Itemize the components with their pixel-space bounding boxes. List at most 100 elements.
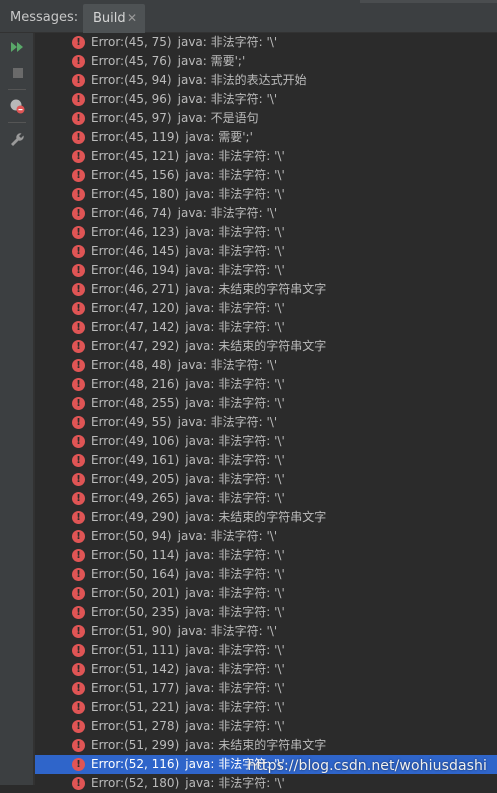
wrench-icon — [11, 133, 24, 146]
error-icon: ! — [72, 397, 85, 410]
message-location: Error:(49, 265) — [91, 491, 180, 505]
message-row[interactable]: ! Error:(50, 201) java: 非法字符: '\' — [35, 584, 497, 603]
error-icon: ! — [72, 606, 85, 619]
message-location: Error:(46, 123) — [91, 225, 180, 239]
message-location: Error:(47, 142) — [91, 320, 180, 334]
messages-toolbar — [0, 33, 34, 785]
error-icon: ! — [72, 492, 85, 505]
message-text: Error:(48, 216) java: 非法字符: '\' — [91, 375, 285, 394]
message-text: Error:(45, 180) java: 非法字符: '\' — [91, 185, 285, 204]
message-text: Error:(45, 121) java: 非法字符: '\' — [91, 147, 285, 166]
message-row[interactable]: ! Error:(47, 142) java: 非法字符: '\' — [35, 318, 497, 337]
message-location: Error:(50, 94) — [91, 529, 172, 543]
message-text: Error:(49, 161) java: 非法字符: '\' — [91, 451, 285, 470]
message-location: Error:(47, 120) — [91, 301, 180, 315]
header-edge — [360, 0, 497, 3]
message-body: java: 非法字符: '\' — [177, 415, 278, 429]
message-text: Error:(45, 94) java: 非法的表达式开始 — [91, 71, 307, 90]
message-body: java: 非法字符: '\' — [185, 472, 285, 486]
message-row[interactable]: ! Error:(47, 120) java: 非法字符: '\' — [35, 299, 497, 318]
message-location: Error:(46, 74) — [91, 206, 172, 220]
message-location: Error:(52, 116) — [91, 757, 180, 771]
message-row[interactable]: ! Error:(50, 94) java: 非法字符: '\' — [35, 527, 497, 546]
message-row[interactable]: ! Error:(50, 114) java: 非法字符: '\' — [35, 546, 497, 565]
message-row[interactable]: ! Error:(45, 119) java: 需要';' — [35, 128, 497, 147]
message-location: Error:(48, 216) — [91, 377, 180, 391]
message-row[interactable]: ! Error:(51, 142) java: 非法字符: '\' — [35, 660, 497, 679]
message-body: java: 非法字符: '\' — [185, 187, 285, 201]
error-icon: ! — [72, 473, 85, 486]
message-body: java: 非法字符: '\' — [177, 35, 278, 49]
message-row[interactable]: ! Error:(46, 194) java: 非法字符: '\' — [35, 261, 497, 280]
message-body: java: 非法字符: '\' — [185, 681, 285, 695]
message-body: java: 非法字符: '\' — [185, 567, 285, 581]
message-location: Error:(45, 180) — [91, 187, 180, 201]
message-row[interactable]: ! Error:(46, 123) java: 非法字符: '\' — [35, 223, 497, 242]
message-text: Error:(47, 142) java: 非法字符: '\' — [91, 318, 285, 337]
message-location: Error:(48, 255) — [91, 396, 180, 410]
message-row[interactable]: ! Error:(45, 180) java: 非法字符: '\' — [35, 185, 497, 204]
message-row[interactable]: ! Error:(52, 180) java: 非法字符: '\' — [35, 774, 497, 793]
message-row[interactable]: ! Error:(49, 205) java: 非法字符: '\' — [35, 470, 497, 489]
message-row[interactable]: ! Error:(46, 145) java: 非法字符: '\' — [35, 242, 497, 261]
message-row[interactable]: ! Error:(51, 278) java: 非法字符: '\' — [35, 717, 497, 736]
message-row[interactable]: ! Error:(49, 265) java: 非法字符: '\' — [35, 489, 497, 508]
message-row[interactable]: ! Error:(51, 177) java: 非法字符: '\' — [35, 679, 497, 698]
message-row[interactable]: ! Error:(45, 97) java: 不是语句 — [35, 109, 497, 128]
message-row[interactable]: ! Error:(46, 74) java: 非法字符: '\' — [35, 204, 497, 223]
message-text: Error:(45, 97) java: 不是语句 — [91, 109, 259, 128]
message-text: Error:(48, 255) java: 非法字符: '\' — [91, 394, 285, 413]
message-text: Error:(45, 76) java: 需要';' — [91, 52, 245, 71]
message-row[interactable]: ! Error:(45, 156) java: 非法字符: '\' — [35, 166, 497, 185]
message-row[interactable]: ! Error:(45, 96) java: 非法字符: '\' — [35, 90, 497, 109]
message-body: java: 未结束的字符串文字 — [185, 510, 327, 524]
error-icon: ! — [72, 150, 85, 163]
error-icon: ! — [72, 264, 85, 277]
message-row[interactable]: ! Error:(46, 271) java: 未结束的字符串文字 — [35, 280, 497, 299]
tool-window-header: Messages: Build ✕ — [0, 0, 497, 33]
message-row[interactable]: ! Error:(51, 299) java: 未结束的字符串文字 — [35, 736, 497, 755]
error-icon: ! — [72, 302, 85, 315]
message-text: Error:(50, 164) java: 非法字符: '\' — [91, 565, 285, 584]
message-body: java: 非法字符: '\' — [177, 624, 278, 638]
close-icon[interactable]: ✕ — [127, 4, 137, 33]
message-row[interactable]: ! Error:(47, 292) java: 未结束的字符串文字 — [35, 337, 497, 356]
message-text: Error:(51, 177) java: 非法字符: '\' — [91, 679, 285, 698]
rerun-button[interactable] — [0, 35, 34, 59]
message-location: Error:(52, 180) — [91, 776, 180, 790]
message-row[interactable]: ! Error:(49, 106) java: 非法字符: '\' — [35, 432, 497, 451]
message-row[interactable]: ! Error:(48, 255) java: 非法字符: '\' — [35, 394, 497, 413]
stop-button[interactable] — [0, 61, 34, 85]
message-row[interactable]: ! Error:(45, 75) java: 非法字符: '\' — [35, 33, 497, 52]
message-row[interactable]: ! Error:(49, 290) java: 未结束的字符串文字 — [35, 508, 497, 527]
message-row[interactable]: ! Error:(48, 48) java: 非法字符: '\' — [35, 356, 497, 375]
tab-build[interactable]: Build ✕ — [83, 4, 145, 33]
error-icon: ! — [72, 777, 85, 790]
message-body: java: 非法字符: '\' — [185, 225, 285, 239]
message-row[interactable]: ! Error:(49, 55) java: 非法字符: '\' — [35, 413, 497, 432]
message-text: Error:(51, 90) java: 非法字符: '\' — [91, 622, 277, 641]
message-text: Error:(45, 156) java: 非法字符: '\' — [91, 166, 285, 185]
message-body: java: 非法字符: '\' — [185, 586, 285, 600]
message-text: Error:(51, 278) java: 非法字符: '\' — [91, 717, 285, 736]
message-row[interactable]: ! Error:(49, 161) java: 非法字符: '\' — [35, 451, 497, 470]
message-row[interactable]: ! Error:(51, 111) java: 非法字符: '\' — [35, 641, 497, 660]
settings-button[interactable] — [0, 127, 34, 151]
message-location: Error:(48, 48) — [91, 358, 172, 372]
message-row[interactable]: ! Error:(45, 121) java: 非法字符: '\' — [35, 147, 497, 166]
error-icon: ! — [72, 530, 85, 543]
error-icon: ! — [72, 435, 85, 448]
message-row[interactable]: ! Error:(50, 164) java: 非法字符: '\' — [35, 565, 497, 584]
message-text: Error:(46, 271) java: 未结束的字符串文字 — [91, 280, 326, 299]
message-row[interactable]: ! Error:(48, 216) java: 非法字符: '\' — [35, 375, 497, 394]
error-filter-button[interactable] — [0, 94, 34, 118]
message-row[interactable]: ! Error:(51, 221) java: 非法字符: '\' — [35, 698, 497, 717]
error-icon: ! — [72, 682, 85, 695]
message-row[interactable]: ! Error:(51, 90) java: 非法字符: '\' — [35, 622, 497, 641]
message-row[interactable]: ! Error:(50, 235) java: 非法字符: '\' — [35, 603, 497, 622]
messages-list[interactable]: ! Error:(45, 75) java: 非法字符: '\'! Error:(45… — [35, 33, 497, 790]
message-row[interactable]: ! Error:(45, 76) java: 需要';' — [35, 52, 497, 71]
error-icon: ! — [72, 739, 85, 752]
error-icon: ! — [72, 625, 85, 638]
message-row[interactable]: ! Error:(45, 94) java: 非法的表达式开始 — [35, 71, 497, 90]
